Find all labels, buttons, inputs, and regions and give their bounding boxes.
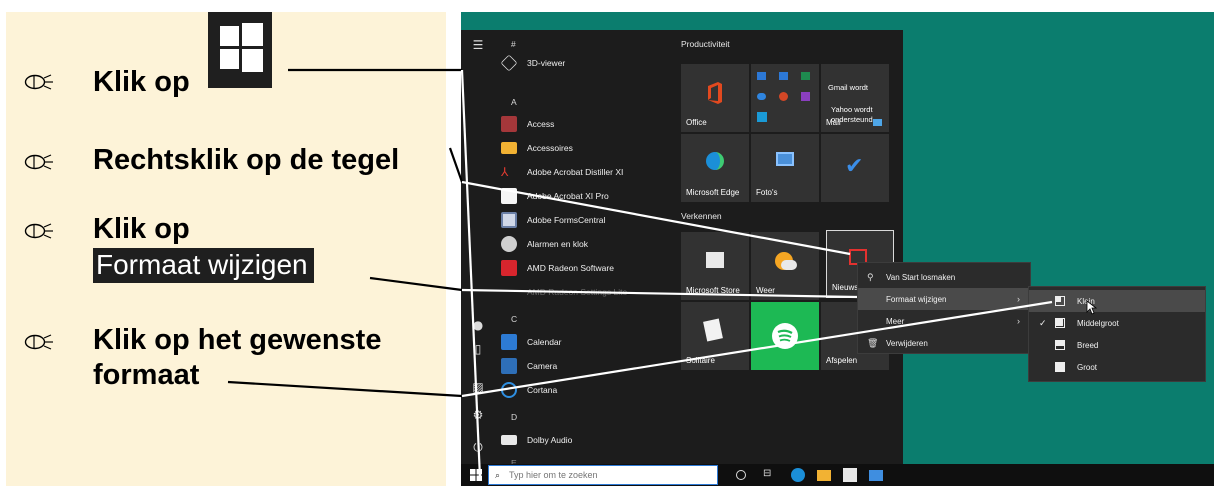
callout-lines <box>227 68 1053 479</box>
callout-line-3-light <box>461 288 858 299</box>
callout-line-3-dark <box>369 276 463 292</box>
callout-line-2-light <box>461 180 851 256</box>
callout-line-2-dark <box>448 147 464 183</box>
callout-line-1-light <box>460 69 482 479</box>
callout-line-4-dark <box>227 380 463 398</box>
callout-line-4-light <box>461 300 1053 398</box>
